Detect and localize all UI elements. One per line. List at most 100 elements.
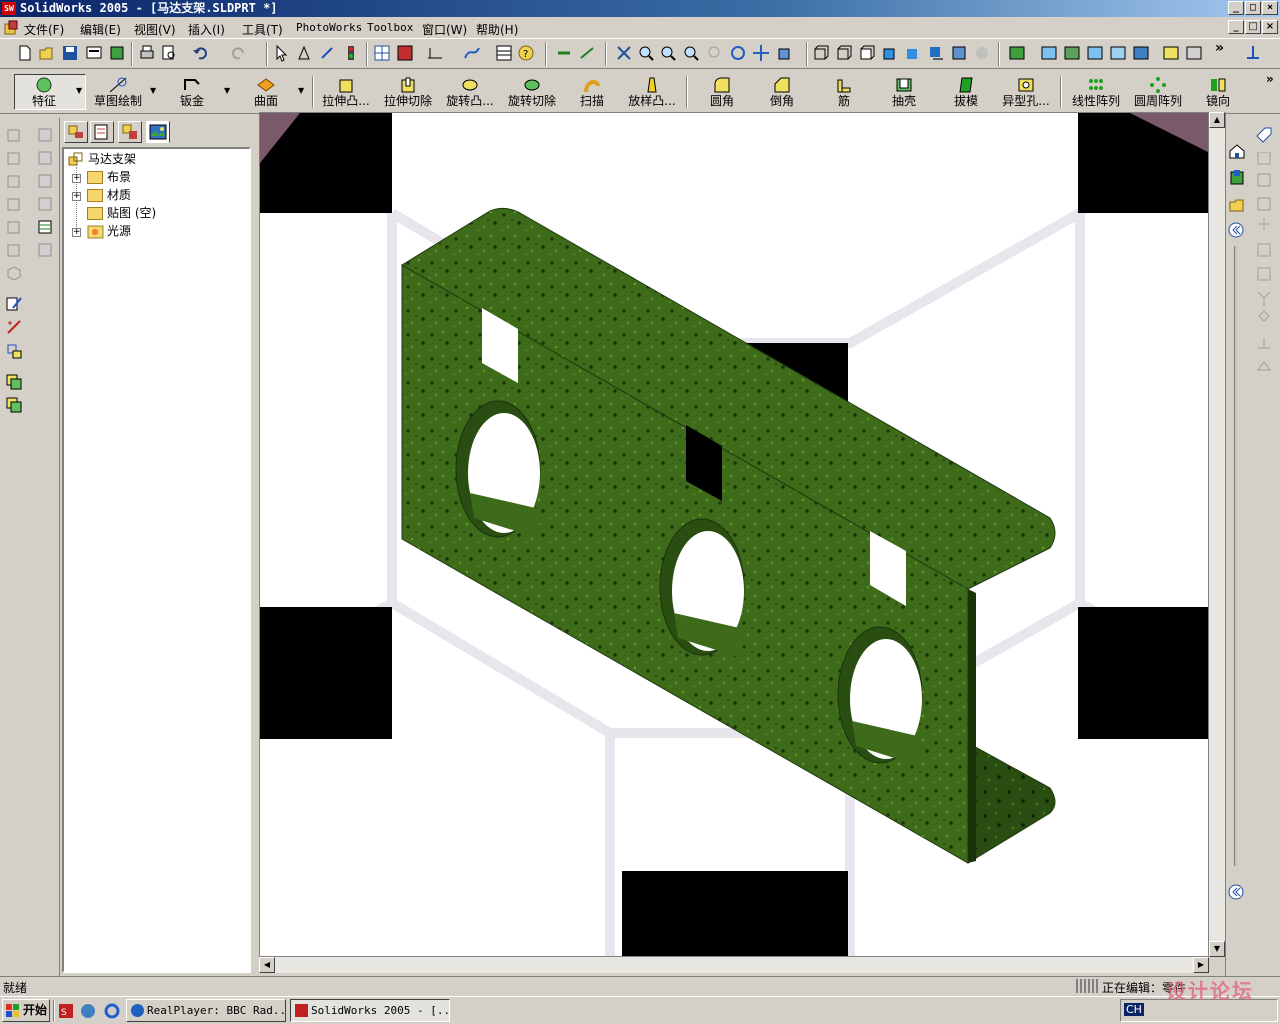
cmd-surfaces[interactable]: 曲面 [236,74,296,110]
start-button[interactable]: 开始 [2,999,50,1022]
print-preview-icon[interactable] [85,44,103,62]
scroll-right-icon[interactable]: ▶ [1193,957,1209,973]
tree-item-materials[interactable]: 材质 [107,187,131,203]
scroll-up-icon[interactable]: ▲ [1209,112,1225,128]
preview-icon[interactable] [160,44,178,62]
menu-window[interactable]: 窗口(W) [422,21,467,38]
cmd-loft[interactable]: 放样凸... [622,74,682,110]
graphics-viewport[interactable] [259,112,1209,957]
view-top-icon[interactable] [5,218,23,236]
dropdown-arrow-icon[interactable]: ▼ [298,86,304,95]
copy-entity-icon[interactable] [5,373,23,391]
view-isometric-icon[interactable] [5,264,23,282]
taskbar-solidworks[interactable]: SolidWorks 2005 - [... [290,999,450,1022]
scroll-down-icon[interactable]: ▼ [1209,941,1225,957]
task-pane-splitter[interactable] [1234,246,1237,866]
view-bottom-icon[interactable] [5,241,23,259]
zoom-in-out-icon[interactable] [659,44,677,62]
vertical-scrollbar[interactable]: ▲ ▼ [1209,112,1225,957]
menu-view[interactable]: 视图(V) [134,21,176,38]
reference-geometry-icon[interactable] [426,44,444,62]
view-right-icon[interactable] [5,195,23,213]
cmd-fillet[interactable]: 圆角 [692,74,752,110]
zoom-selection-icon[interactable] [682,44,700,62]
photoworks-render-icon[interactable] [1040,44,1058,62]
document-icon[interactable] [3,20,19,36]
cmd-sketch[interactable]: 草图绘制 [88,74,148,110]
doc-minimize-button[interactable]: _ [1228,20,1244,34]
rotate-view-icon[interactable] [729,44,747,62]
cmd-draft[interactable]: 拔模 [936,74,996,110]
table-disabled-icon[interactable] [36,241,54,259]
traffic-light-icon[interactable] [342,44,360,62]
expand-toggle-icon[interactable]: + [72,228,81,237]
toolbar-overflow-chevron-icon[interactable]: » [1266,72,1274,86]
table-edit-icon[interactable] [36,218,54,236]
grid-icon[interactable] [373,44,391,62]
sheetmetal-toolbar-icons[interactable] [1256,152,1272,382]
cmd-hole-wizard[interactable]: 异型孔... [996,74,1056,110]
tab-property-manager[interactable] [90,121,114,143]
expand-toggle-icon[interactable]: + [72,192,81,201]
open-folder-icon[interactable] [38,44,56,62]
tag-icon[interactable] [1255,126,1273,144]
cmd-sheet-metal[interactable]: 钣金 [162,74,222,110]
horizontal-scrollbar[interactable]: ◀ ▶ [259,957,1209,973]
cmd-rib[interactable]: 筋 [814,74,874,110]
photoworks-save-icon[interactable] [1185,44,1203,62]
move-entity-icon[interactable] [5,396,23,414]
hidden-lines-visible-icon[interactable] [835,44,853,62]
color-icon[interactable] [396,44,414,62]
solidworks-quicklaunch-icon[interactable]: S [58,1003,74,1019]
tab-configuration-manager[interactable] [118,121,142,143]
cmd-sweep[interactable]: 扫描 [562,74,622,110]
toolbar-overflow-chevron-icon[interactable]: » [1215,40,1224,56]
layer-3-icon[interactable] [36,172,54,190]
link-icon[interactable] [555,44,573,62]
input-method-indicator[interactable]: CH [1124,1003,1144,1016]
measure-icon[interactable] [578,44,596,62]
view-orientation-icon[interactable] [776,44,794,62]
table-icon[interactable] [495,44,513,62]
photoworks-decal-icon[interactable] [1109,44,1127,62]
photoworks-scene-icon[interactable] [1086,44,1104,62]
sketch-edit-icon[interactable] [5,294,23,312]
cmd-shell[interactable]: 抽壳 [874,74,934,110]
section-view-icon[interactable] [950,44,968,62]
scroll-left-icon[interactable]: ◀ [259,957,275,973]
print-icon[interactable] [138,44,156,62]
zoom-to-fit-icon[interactable] [615,44,633,62]
save-icon[interactable] [61,44,79,62]
shaded-edges-icon[interactable] [881,44,899,62]
view-left-icon[interactable] [5,172,23,190]
dropdown-arrow-icon[interactable]: ▼ [76,86,82,95]
cmd-extruded-cut[interactable]: 拉伸切除 [378,74,438,110]
zoom-area-icon[interactable] [637,44,655,62]
collapse-pane-icon[interactable] [1228,222,1244,238]
menu-insert[interactable]: 插入(I) [188,21,225,38]
add-relation-icon[interactable] [5,342,23,360]
minimize-button[interactable]: _ [1228,1,1244,15]
quicklaunch-app-icon[interactable] [80,1003,96,1019]
shaded-icon[interactable] [904,44,922,62]
curves-icon[interactable] [463,44,481,62]
zoom-disabled-icon[interactable] [706,44,724,62]
tab-photoworks[interactable] [146,121,170,143]
coordinate-system-icon[interactable] [1244,44,1262,62]
cmd-revolved-cut[interactable]: 旋转切除 [502,74,562,110]
tab-feature-tree[interactable] [64,121,88,143]
menu-edit[interactable]: 编辑(E) [80,21,121,38]
redo-icon[interactable] [229,44,247,62]
solidworks-app-icon[interactable]: SW [2,2,16,15]
photoworks-options-icon[interactable] [1162,44,1180,62]
menu-file[interactable]: 文件(F) [24,21,64,38]
layer-icon[interactable] [36,126,54,144]
rebuild-icon[interactable] [296,44,314,62]
tree-root-label[interactable]: 马达支架 [88,151,136,167]
dropdown-arrow-icon[interactable]: ▼ [224,86,230,95]
realview-icon[interactable] [973,44,991,62]
cmd-circular-pattern[interactable]: 圆周阵列 [1128,74,1188,110]
select-arrow-icon[interactable] [273,44,291,62]
cmd-features[interactable]: 特征 [14,74,74,110]
menu-toolbox[interactable]: Toolbox [367,21,413,34]
